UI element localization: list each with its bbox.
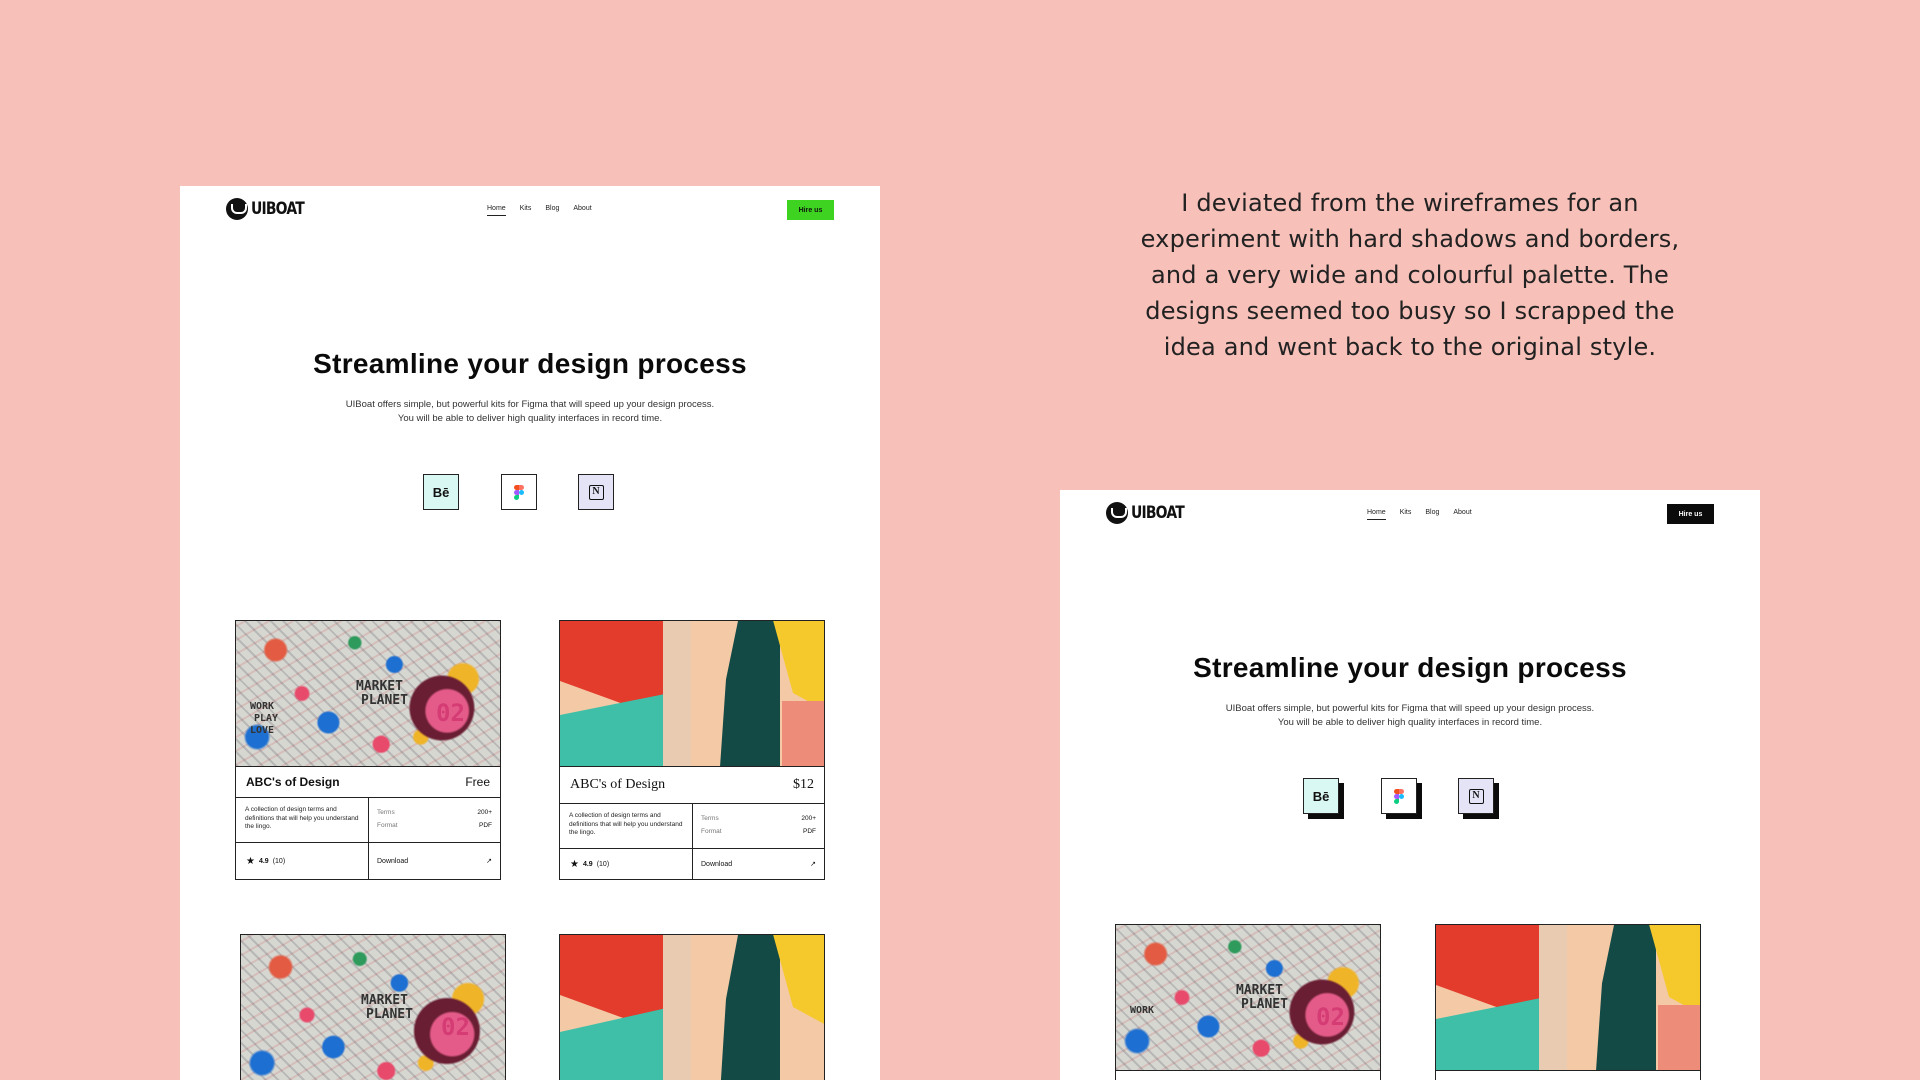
- meta-label: Terms: [377, 809, 395, 816]
- card-title: ABC's of Design: [246, 775, 340, 789]
- graffiti-text: 02: [1316, 1003, 1345, 1031]
- card-image-abstract: [560, 621, 824, 767]
- download-label: Download: [701, 860, 733, 868]
- notion-icon-glyph: N: [1468, 788, 1484, 804]
- graffiti-text: MARKET: [356, 679, 403, 694]
- product-card[interactable]: MARKET PLANET 02: [240, 934, 506, 1080]
- nav-menu: Home Kits Blog About: [487, 205, 592, 216]
- boat-logo-icon: [1106, 502, 1128, 524]
- hero-title: Streamline your design process: [313, 348, 747, 379]
- nav-menu: Home Kits Blog About: [1367, 509, 1472, 520]
- card-body: A collection of design terms and definit…: [236, 798, 500, 843]
- card-price: Free: [465, 775, 490, 789]
- download-label: Download: [377, 857, 409, 865]
- product-card[interactable]: [1435, 924, 1701, 1080]
- card-image-abstract: [560, 935, 824, 1080]
- graffiti-text: PLANET: [361, 693, 408, 708]
- graffiti-text: 02: [441, 1013, 470, 1041]
- hero-title: Streamline your design process: [1193, 652, 1627, 683]
- graffiti-text: PLAY: [254, 713, 279, 724]
- logo-text: UIBOAT: [251, 199, 305, 219]
- card-title: ABC's of Design: [570, 777, 666, 792]
- graffiti-text: 02: [436, 699, 465, 727]
- logo-text: UIBOAT: [1131, 503, 1185, 523]
- nav-item-home[interactable]: Home: [487, 205, 506, 216]
- graffiti-text: MARKET: [361, 993, 408, 1008]
- figma-icon[interactable]: [501, 474, 537, 510]
- graffiti-text: PLANET: [366, 1007, 413, 1022]
- download-link[interactable]: Download ↗: [369, 843, 500, 879]
- product-card[interactable]: ABC's of Design $12 A collection of desi…: [559, 620, 825, 880]
- nav-item-blog[interactable]: Blog: [545, 205, 559, 216]
- star-icon: ★: [246, 855, 255, 867]
- card-footer: ★ 4.9 (10) Download ↗: [236, 843, 500, 879]
- card-header: ABC's of Design Free: [236, 767, 500, 798]
- logo[interactable]: UIBOAT: [1106, 502, 1196, 524]
- graffiti-text: PLANET: [1241, 997, 1288, 1012]
- graffiti-text: MARKET: [1236, 983, 1283, 998]
- mockup-colorful-variant: UIBOAT Home Kits Blog About Hire us Stre…: [180, 186, 880, 1080]
- behance-icon[interactable]: Bē: [423, 474, 459, 510]
- rating-count: (10): [272, 857, 286, 865]
- card-body: A collection of design terms and definit…: [560, 804, 824, 849]
- meta-value: PDF: [479, 822, 492, 829]
- hire-us-button[interactable]: Hire us: [1667, 504, 1714, 524]
- product-card[interactable]: MARKET PLANET WORK PLAY LOVE 02 ABC's of…: [235, 620, 501, 880]
- card-image-graffiti: MARKET PLANET WORK PLAY LOVE 02: [236, 621, 500, 767]
- graffiti-text: WORK: [1130, 1005, 1155, 1016]
- navbar: UIBOAT Home Kits Blog About Hire us: [1060, 490, 1760, 546]
- notion-icon[interactable]: N: [578, 474, 614, 510]
- card-description: A collection of design terms and definit…: [560, 804, 693, 848]
- graffiti-text: WORK: [250, 701, 275, 712]
- rating: ★ 4.9 (10): [236, 843, 369, 879]
- star-icon: ★: [570, 858, 579, 870]
- nav-item-home[interactable]: Home: [1367, 509, 1386, 520]
- hire-us-button[interactable]: Hire us: [787, 200, 834, 220]
- download-link[interactable]: Download ↗: [693, 849, 824, 879]
- boat-logo-icon: [226, 198, 248, 220]
- nav-item-about[interactable]: About: [573, 205, 591, 216]
- card-meta: Terms 200+ Format PDF: [693, 804, 824, 848]
- meta-value: 200+: [801, 815, 816, 822]
- graffiti-text: LOVE: [250, 725, 275, 736]
- logo[interactable]: UIBOAT: [226, 198, 316, 220]
- meta-label: Terms: [701, 815, 719, 822]
- nav-item-kits[interactable]: Kits: [1400, 509, 1412, 520]
- behance-icon[interactable]: Bē: [1303, 778, 1339, 814]
- product-card[interactable]: MARKET PLANET WORK 02: [1115, 924, 1381, 1080]
- mockup-shadow-variant: UIBOAT Home Kits Blog About Hire us Stre…: [1060, 490, 1760, 1080]
- nav-item-about[interactable]: About: [1453, 509, 1471, 520]
- hero-subtitle: UIBoat offers simple, but powerful kits …: [345, 399, 715, 424]
- hero-subtitle: UIBoat offers simple, but powerful kits …: [1225, 703, 1595, 728]
- card-meta: Terms 200+ Format PDF: [369, 798, 500, 842]
- card-header: ABC's of Design $12: [560, 767, 824, 804]
- rating: ★ 4.9 (10): [560, 849, 693, 879]
- nav-item-blog[interactable]: Blog: [1425, 509, 1439, 520]
- rating-count: (10): [596, 860, 610, 868]
- description-text: I deviated from the wireframes for an ex…: [1140, 189, 1680, 361]
- card-description: A collection of design terms and definit…: [236, 798, 369, 842]
- nav-item-kits[interactable]: Kits: [520, 205, 532, 216]
- arrow-up-right-icon: ↗: [810, 861, 816, 868]
- product-card[interactable]: [559, 934, 825, 1080]
- rating-value: 4.9: [582, 860, 593, 868]
- rating-value: 4.9: [258, 857, 269, 865]
- card-footer: ★ 4.9 (10) Download ↗: [560, 849, 824, 879]
- figma-icon[interactable]: [1381, 778, 1417, 814]
- notion-icon[interactable]: N: [1458, 778, 1494, 814]
- card-image-abstract: [1436, 925, 1700, 1071]
- behance-icon-label: Bē: [1312, 788, 1330, 804]
- navbar: UIBOAT Home Kits Blog About Hire us: [180, 186, 880, 242]
- card-price: $12: [793, 777, 814, 792]
- meta-label: Format: [701, 828, 722, 835]
- arrow-up-right-icon: ↗: [486, 858, 492, 865]
- notion-icon-glyph: N: [588, 484, 604, 500]
- behance-icon-label: Bē: [432, 484, 450, 500]
- card-image-graffiti: MARKET PLANET WORK 02: [1116, 925, 1380, 1071]
- meta-label: Format: [377, 822, 398, 829]
- meta-value: PDF: [803, 828, 816, 835]
- meta-value: 200+: [477, 809, 492, 816]
- card-image-graffiti: MARKET PLANET 02: [241, 935, 505, 1080]
